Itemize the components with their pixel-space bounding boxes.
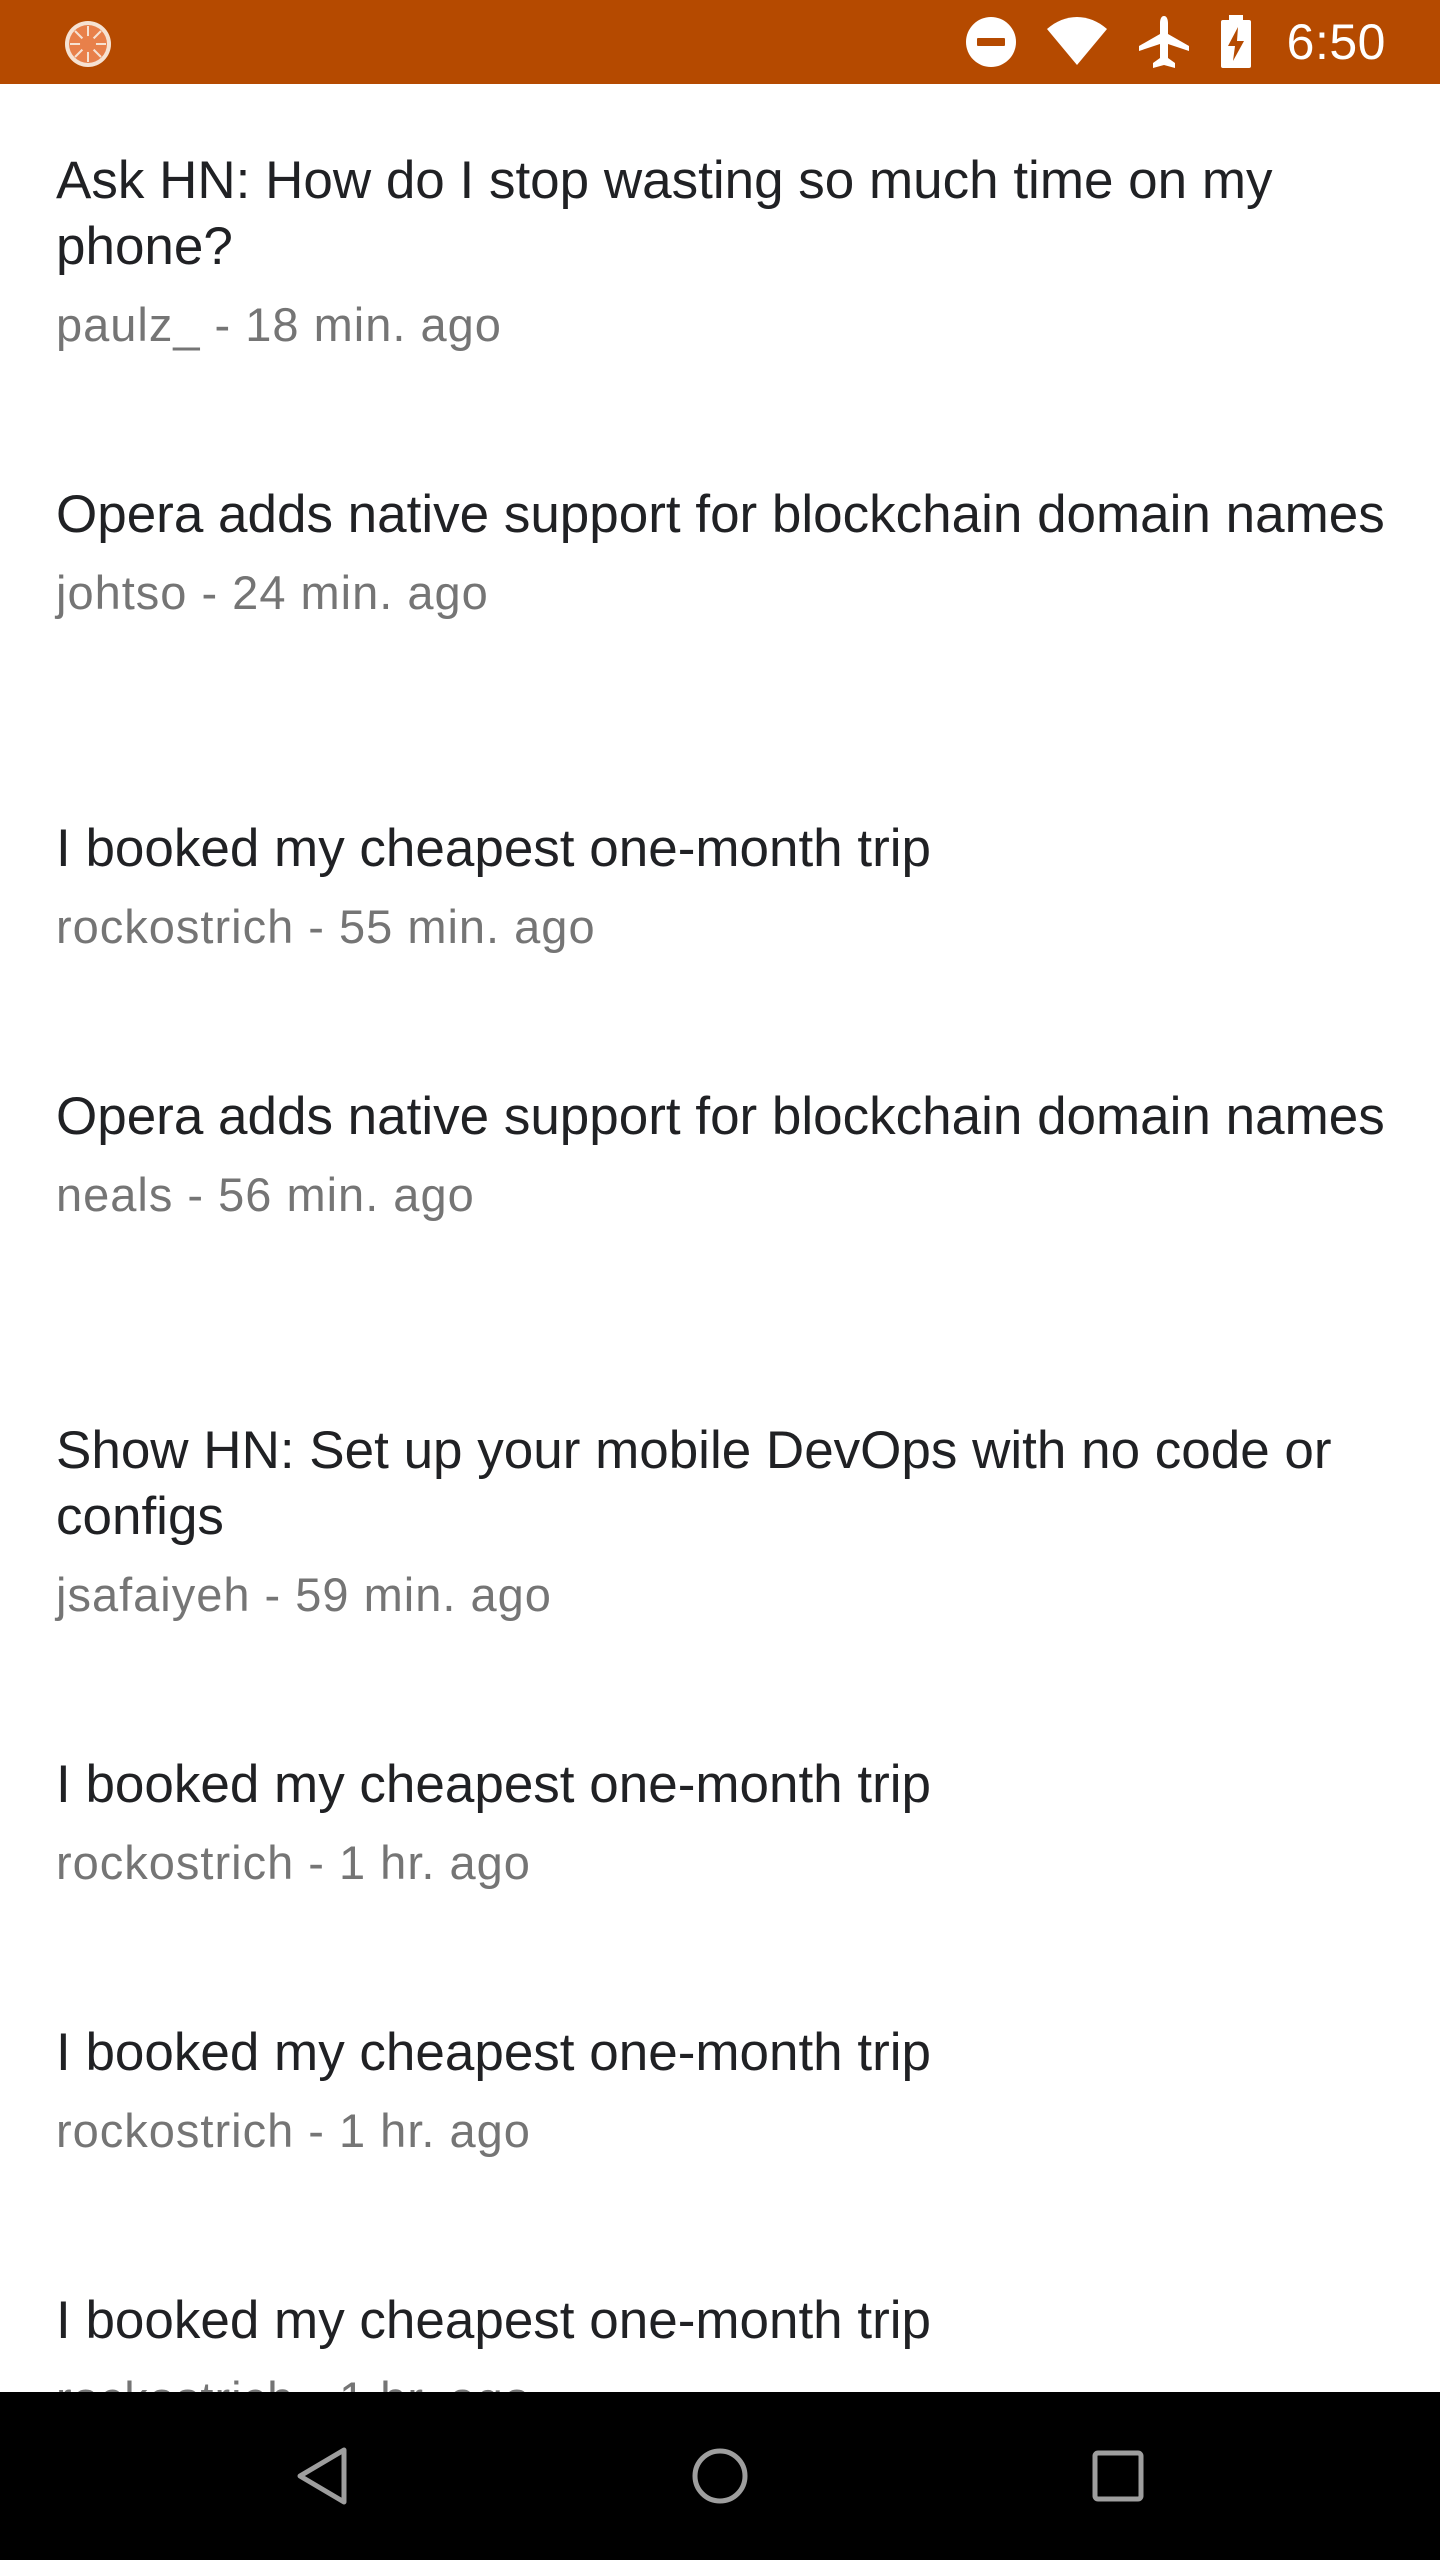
navigation-bar (0, 2392, 1440, 2560)
status-bar: 6:50 (0, 0, 1440, 84)
story-item[interactable]: Opera adds native support for blockchain… (56, 482, 1386, 622)
story-meta: rockostrich - 55 min. ago (56, 900, 596, 953)
home-icon[interactable] (678, 2434, 762, 2518)
story-title[interactable]: Show HN: Set up your mobile DevOps with … (56, 1418, 1386, 1550)
story-item[interactable]: I booked my cheapest one-month trip rock… (56, 2288, 1386, 2392)
story-item[interactable]: Show HN: Set up your mobile DevOps with … (56, 1418, 1386, 1624)
story-meta: paulz_ - 18 min. ago (56, 298, 502, 351)
wifi-icon (1045, 17, 1109, 67)
story-title[interactable]: I booked my cheapest one-month trip (56, 2288, 1386, 2354)
app-notification-icon (64, 20, 112, 68)
recents-icon[interactable] (1076, 2434, 1160, 2518)
story-item[interactable]: Ask HN: How do I stop wasting so much ti… (56, 148, 1386, 354)
story-meta: johtso - 24 min. ago (56, 566, 489, 619)
battery-charging-icon (1219, 15, 1253, 69)
story-meta: rockostrich - 1 hr. ago (56, 2370, 1386, 2392)
story-item[interactable]: I booked my cheapest one-month trip rock… (56, 816, 1386, 956)
story-title[interactable]: Opera adds native support for blockchain… (56, 1084, 1386, 1150)
story-item[interactable]: I booked my cheapest one-month trip rock… (56, 1752, 1386, 1892)
airplane-mode-icon (1137, 14, 1191, 70)
story-title[interactable]: I booked my cheapest one-month trip (56, 816, 1386, 882)
story-meta: rockostrich - 1 hr. ago (56, 1836, 531, 1889)
story-meta: rockostrich - 1 hr. ago (56, 2104, 531, 2157)
story-meta: neals - 56 min. ago (56, 1168, 475, 1221)
do-not-disturb-icon (965, 16, 1017, 68)
clock: 6:50 (1286, 14, 1386, 70)
story-title[interactable]: Opera adds native support for blockchain… (56, 482, 1386, 548)
story-item[interactable]: I booked my cheapest one-month trip rock… (56, 2020, 1386, 2160)
back-icon[interactable] (280, 2434, 364, 2518)
story-feed[interactable]: Ask HN: How do I stop wasting so much ti… (0, 84, 1440, 2392)
story-item[interactable]: Opera adds native support for blockchain… (56, 1084, 1386, 1224)
story-title[interactable]: I booked my cheapest one-month trip (56, 1752, 1386, 1818)
story-meta: jsafaiyeh - 59 min. ago (56, 1568, 552, 1621)
story-title[interactable]: I booked my cheapest one-month trip (56, 2020, 1386, 2086)
story-title[interactable]: Ask HN: How do I stop wasting so much ti… (56, 148, 1386, 280)
